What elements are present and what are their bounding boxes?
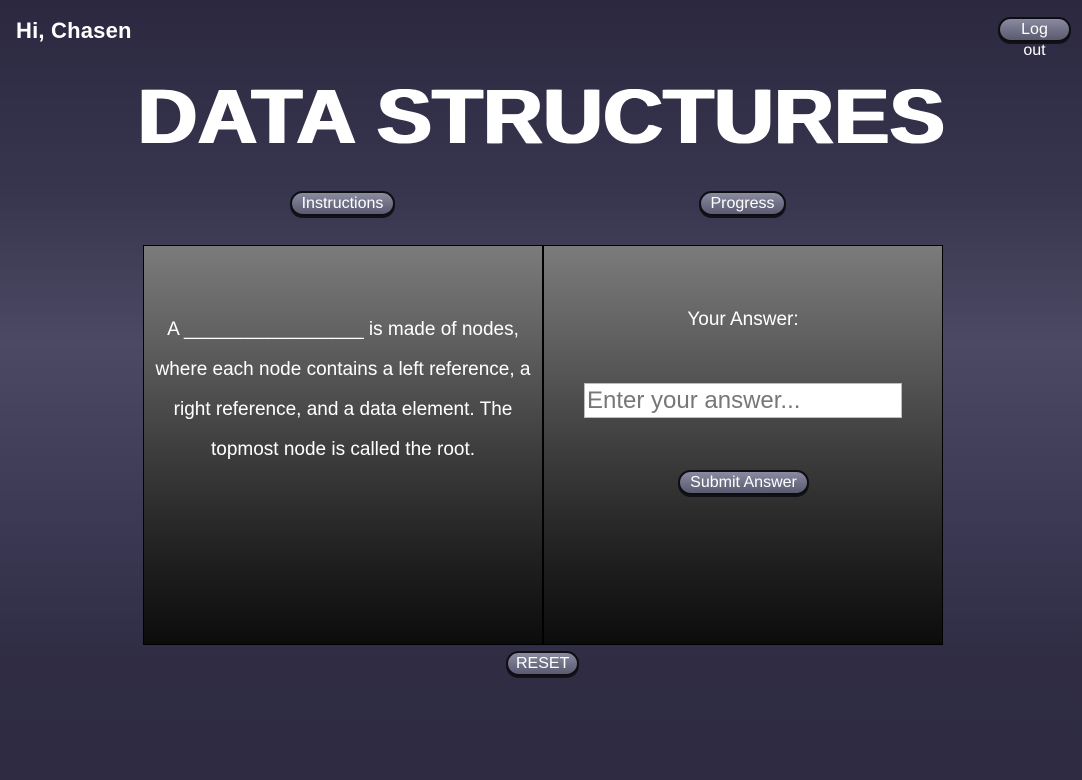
user-greeting: Hi, Chasen <box>16 18 132 43</box>
instructions-button[interactable]: Instructions <box>290 191 395 216</box>
question-text: A _________________ is made of nodes, wh… <box>155 319 531 460</box>
answer-input[interactable] <box>584 383 902 418</box>
answer-panel: Your Answer: Submit Answer <box>543 245 943 645</box>
logout-button[interactable]: Log out <box>998 17 1071 59</box>
answer-label: Your Answer: <box>687 309 799 330</box>
page-title: DATA STRUCTURES <box>137 74 945 160</box>
progress-button[interactable]: Progress <box>699 191 786 216</box>
question-panel: A _________________ is made of nodes, wh… <box>143 245 543 645</box>
submit-answer-button[interactable]: Submit Answer <box>678 470 809 495</box>
reset-button[interactable]: RESET <box>506 651 579 676</box>
